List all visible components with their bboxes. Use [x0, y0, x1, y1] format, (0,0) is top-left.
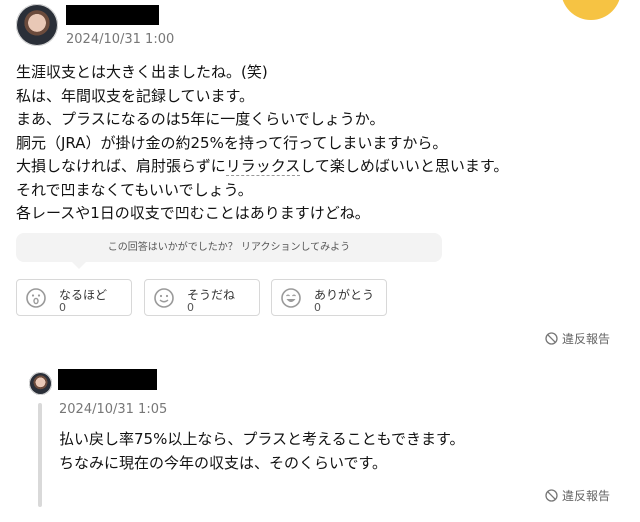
reply-report-button[interactable]: 違反報告	[545, 487, 610, 504]
prohibited-icon	[545, 332, 558, 345]
reaction-label: そうだね	[187, 288, 236, 302]
answer-text: 大損しなければ、肩肘張らずに	[16, 157, 226, 175]
reply-line: 払い戻し率75%以上なら、プラスと考えることもできます。	[59, 430, 465, 448]
reply-line: ちなみに現在の今年の収支は、そのくらいです。	[59, 453, 388, 472]
answer-text: して楽しめばいいと思います。	[300, 157, 509, 175]
redacted-username	[66, 5, 159, 25]
reaction-arigatou-button[interactable]: ありがとう 0	[271, 279, 387, 316]
answer-line: 生涯収支とは大きく出ましたね。(笑)	[16, 63, 268, 81]
reaction-count: 0	[187, 301, 194, 314]
reply-body: 払い戻し率75%以上なら、プラスと考えることもできます。 ちなみに現在の今年の収…	[59, 428, 465, 475]
reaction-prompt: この回答はいかがでしたか？ リアクションしてみよう	[16, 233, 442, 269]
report-label: 違反報告	[562, 489, 611, 503]
answer-line: 胴元（JRA）が掛け金の約25%を持って行ってしまいますから。	[16, 133, 448, 152]
floating-action-circle[interactable]	[561, 0, 621, 20]
answer-line: 各レースや1日の収支で凹むことはありますけどね。	[16, 204, 370, 222]
reaction-count: 0	[314, 301, 321, 314]
avatar[interactable]	[16, 4, 58, 46]
answer-line: 大損しなければ、肩肘張らずにリラックスして楽しめばいいと思います。	[16, 155, 508, 179]
reaction-label: ありがとう	[314, 288, 375, 302]
reaction-label: なるほど	[59, 288, 108, 302]
report-label: 違反報告	[562, 332, 611, 346]
answer-line: 私は、年間収支を記録しています。	[16, 86, 255, 105]
reaction-soudane-button[interactable]: そうだね 0	[144, 279, 260, 316]
reply-timestamp: 2024/10/31 1:05	[59, 402, 168, 417]
reply-avatar[interactable]	[29, 372, 52, 395]
report-button[interactable]: 違反報告	[545, 330, 610, 347]
prohibited-icon	[545, 489, 558, 502]
reply-thread-line	[38, 403, 42, 507]
smile-face-icon	[154, 288, 174, 308]
reaction-count: 0	[59, 301, 66, 314]
answer-timestamp: 2024/10/31 1:00	[66, 32, 175, 47]
surprised-face-icon	[26, 288, 46, 308]
redacted-username	[58, 369, 157, 390]
answer-line: それで凹まなくてもいいでしょう。	[16, 180, 253, 199]
reaction-naruhodo-button[interactable]: なるほど 0	[16, 279, 132, 316]
answer-body: 生涯収支とは大きく出ましたね。(笑) 私は、年間収支を記録しています。 まあ、プ…	[16, 61, 508, 226]
answer-line: まあ、プラスになるのは5年に一度くらいでしょうか。	[16, 110, 385, 128]
glossary-link[interactable]: リラックス	[225, 157, 301, 176]
happy-face-icon	[281, 288, 301, 308]
